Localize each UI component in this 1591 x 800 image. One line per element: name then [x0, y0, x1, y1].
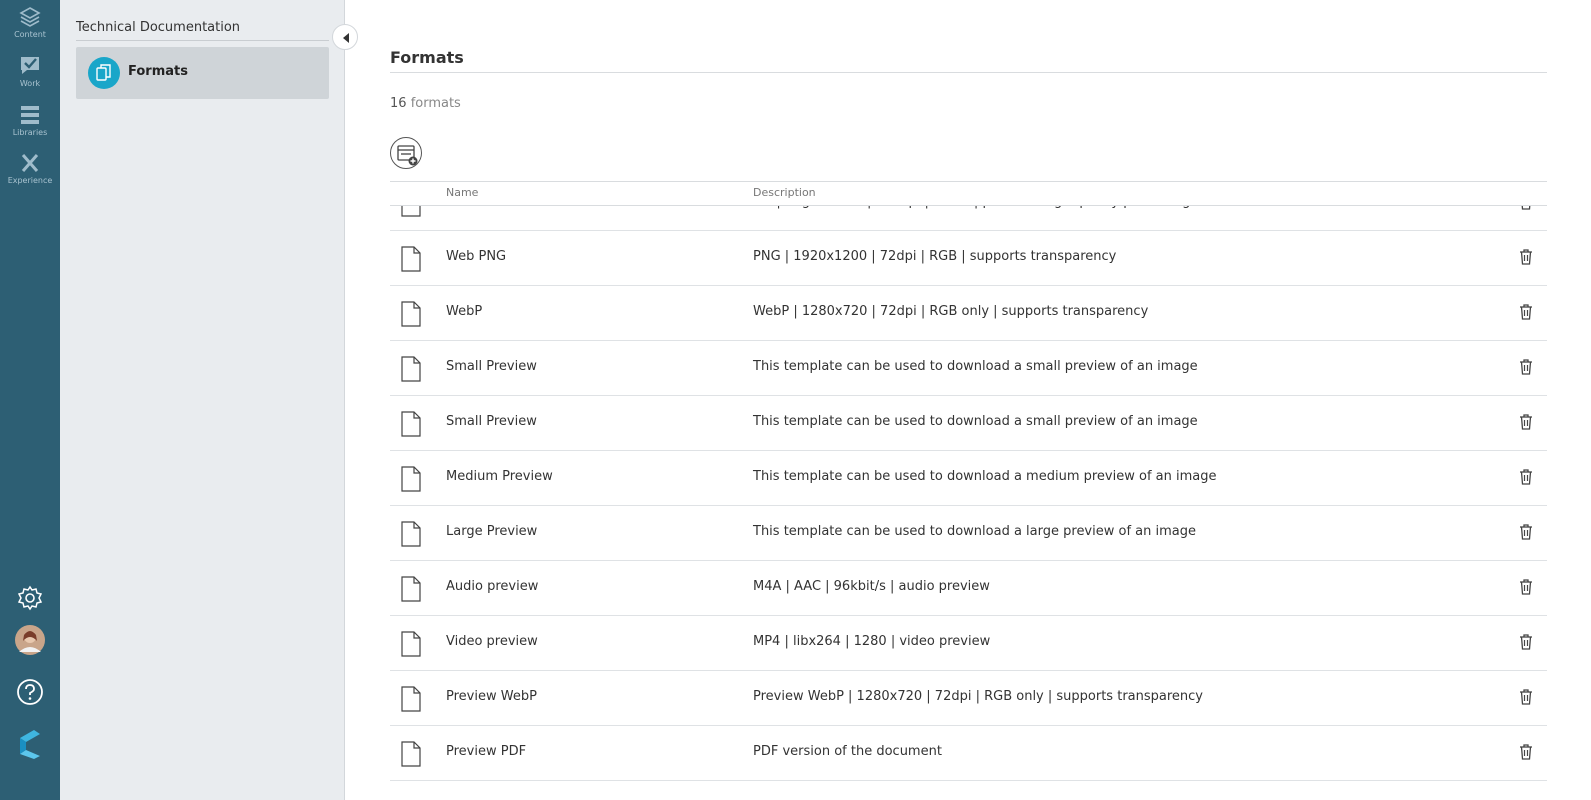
format-name: Large Preview — [446, 524, 538, 539]
help-icon — [17, 679, 43, 705]
table-header: Name Description — [390, 182, 1547, 206]
format-description: M4A | AAC | 96kbit/s | audio preview — [753, 579, 990, 594]
collapse-panel-button[interactable] — [332, 24, 358, 50]
panel-item-formats[interactable]: Formats — [76, 47, 329, 99]
trash-icon[interactable] — [1519, 359, 1533, 375]
trash-icon[interactable] — [1519, 469, 1533, 485]
file-icon — [401, 301, 421, 327]
rail-label-content: Content — [14, 30, 46, 39]
rail-label-work: Work — [19, 79, 41, 88]
file-icon — [401, 246, 421, 272]
formats-icon-badge — [88, 57, 120, 89]
format-name: Preview WebP — [446, 689, 537, 704]
table-row[interactable]: WebP WebP | 1280x720 | 72dpi | RGB only … — [390, 285, 1547, 341]
file-icon — [401, 741, 421, 767]
format-name: Small Preview — [446, 359, 537, 374]
format-name: Small Preview — [446, 414, 537, 429]
rail-item-libraries[interactable]: Libraries — [0, 104, 60, 137]
file-icon — [401, 411, 421, 437]
format-count: 16 formats — [390, 96, 461, 111]
column-header-description[interactable]: Description — [753, 186, 816, 199]
layers-icon — [19, 7, 41, 27]
panel-title: Technical Documentation — [76, 20, 329, 41]
format-description: PDF version of the document — [753, 744, 942, 759]
trash-icon[interactable] — [1519, 249, 1533, 265]
format-name: Preview PDF — [446, 744, 527, 759]
file-icon — [401, 356, 421, 382]
caret-left-icon — [343, 33, 349, 43]
format-name: Video preview — [446, 634, 538, 649]
format-count-number: 16 — [390, 96, 407, 111]
help-button[interactable] — [0, 678, 60, 710]
table-row[interactable]: Large Preview This template can be used … — [390, 505, 1547, 561]
trash-icon[interactable] — [1519, 744, 1533, 760]
rail-item-content[interactable]: Content — [0, 6, 60, 39]
table-row[interactable]: Web PNG PNG | 1920x1200 | 72dpi | RGB | … — [390, 230, 1547, 286]
libraries-icon — [21, 106, 39, 124]
trash-icon[interactable] — [1519, 524, 1533, 540]
format-name: Medium Preview — [446, 469, 553, 484]
check-board-icon — [21, 57, 39, 74]
gear-icon — [17, 585, 43, 611]
trash-icon[interactable] — [1519, 634, 1533, 650]
file-icon — [401, 631, 421, 657]
brand-logo-icon — [20, 730, 40, 759]
trash-icon[interactable] — [1519, 304, 1533, 320]
table-row[interactable]: Small Preview This template can be used … — [390, 340, 1547, 396]
table-row[interactable]: Medium Preview This template can be used… — [390, 450, 1547, 506]
rail-label-experience: Experience — [7, 176, 53, 185]
format-description: MP4 | libx264 | 1280 | video preview — [753, 634, 991, 649]
side-panel: Technical Documentation Formats — [60, 0, 345, 800]
file-icon — [401, 686, 421, 712]
file-icon — [401, 521, 421, 547]
rail-label-libraries: Libraries — [12, 128, 48, 137]
format-description: WebP | 1280x720 | 72dpi | RGB only | sup… — [753, 304, 1149, 319]
x-icon — [21, 154, 39, 172]
trash-icon[interactable] — [1519, 579, 1533, 595]
column-header-name[interactable]: Name — [446, 186, 478, 199]
formats-table: Name Description Hi-Res Print TIF TIF | … — [390, 181, 1547, 800]
add-format-button[interactable] — [390, 137, 422, 169]
table-row[interactable]: Audio preview M4A | AAC | 96kbit/s | aud… — [390, 560, 1547, 616]
table-row[interactable]: Preview PDF PDF version of the document — [390, 725, 1547, 781]
table-row[interactable]: Preview WebP Preview WebP | 1280x720 | 7… — [390, 670, 1547, 726]
format-description: PNG | 1920x1200 | 72dpi | RGB | supports… — [753, 249, 1117, 264]
copy-icon — [96, 64, 111, 81]
format-description: This template can be used to download a … — [753, 524, 1196, 539]
trash-icon[interactable] — [1519, 689, 1533, 705]
format-count-label: formats — [410, 96, 461, 111]
add-format-icon — [397, 145, 418, 166]
rail-item-work[interactable]: Work — [0, 53, 60, 88]
file-icon — [401, 576, 421, 602]
table-row[interactable]: Small Preview This template can be used … — [390, 395, 1547, 451]
format-description: This template can be used to download a … — [753, 359, 1198, 374]
rail-item-experience[interactable]: Experience — [0, 152, 60, 185]
table-row[interactable]: Video preview MP4 | libx264 | 1280 | vid… — [390, 615, 1547, 671]
panel-item-label: Formats — [128, 64, 188, 79]
format-description: This template can be used to download a … — [753, 414, 1198, 429]
settings-button[interactable] — [0, 585, 60, 615]
page-title: Formats — [390, 48, 1547, 73]
avatar-icon — [15, 625, 45, 655]
format-description: Preview WebP | 1280x720 | 72dpi | RGB on… — [753, 689, 1203, 704]
format-name: WebP — [446, 304, 483, 319]
format-description: This template can be used to download a … — [753, 469, 1217, 484]
brand-logo[interactable] — [0, 728, 60, 764]
format-name: Web PNG — [446, 249, 507, 264]
avatar[interactable] — [0, 625, 60, 659]
file-icon — [401, 466, 421, 492]
main-content: Formats 16 formats Name Description Hi-R… — [390, 0, 1547, 800]
app-rail: Content Work Libraries Experience — [0, 0, 60, 800]
trash-icon[interactable] — [1519, 414, 1533, 430]
format-name: Audio preview — [446, 579, 539, 594]
